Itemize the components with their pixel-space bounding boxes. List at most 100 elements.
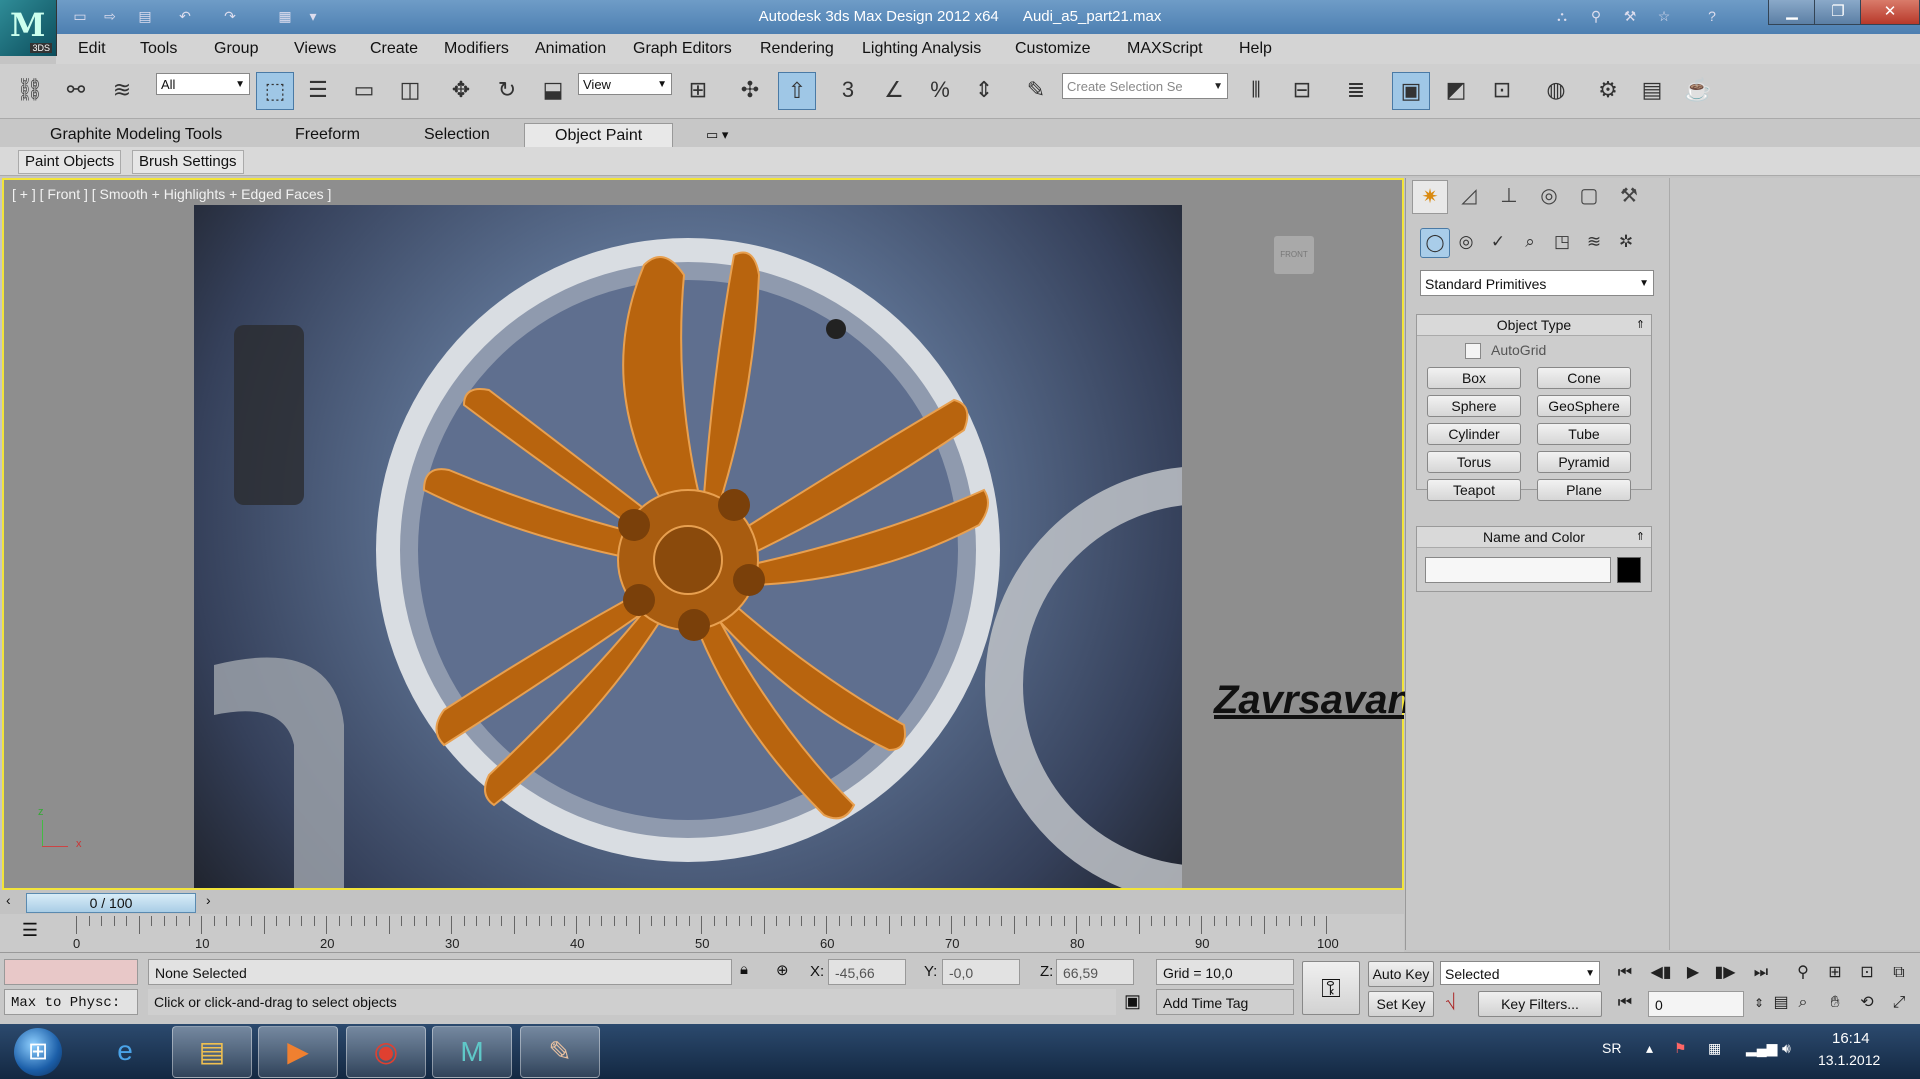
set-key-button[interactable]: Set Key <box>1368 991 1434 1017</box>
minimize-button[interactable]: ▁ <box>1768 0 1816 25</box>
file-explorer-icon[interactable]: ▤ <box>172 1026 252 1078</box>
go-to-start-icon[interactable]: ⏮ <box>1612 961 1638 985</box>
object-color-swatch[interactable] <box>1617 557 1641 583</box>
paint-icon[interactable]: ✎ <box>520 1026 600 1078</box>
utilities-tab-icon[interactable]: ⚒ <box>1612 180 1646 212</box>
key-mode-toggle-icon[interactable]: ⏮ <box>1612 991 1638 1015</box>
time-tag-icon[interactable]: ▣ <box>1124 991 1141 1012</box>
named-selection-set-dropdown[interactable]: Create Selection Se ▼ <box>1062 73 1228 99</box>
object-type-header[interactable]: Object Type ⇑ <box>1417 315 1651 336</box>
box-button[interactable]: Box <box>1427 367 1521 389</box>
close-button[interactable]: ✕ <box>1860 0 1920 25</box>
time-slider[interactable]: ‹ 0 / 100 › <box>0 890 1404 914</box>
help-icon[interactable]: ? <box>1702 8 1722 26</box>
shapes-icon[interactable]: ◎ <box>1452 228 1480 256</box>
panel-brush-settings[interactable]: Brush Settings <box>132 150 244 174</box>
show-hidden-icons-icon[interactable]: ▴ <box>1646 1040 1653 1057</box>
plane-button[interactable]: Plane <box>1537 479 1631 501</box>
motion-tab-icon[interactable]: ◎ <box>1532 180 1566 212</box>
panel-paint-objects[interactable]: Paint Objects <box>18 150 122 174</box>
schematic-view-icon[interactable]: ⊡ <box>1484 72 1520 108</box>
window-crossing-icon[interactable]: ◫ <box>392 72 428 108</box>
object-name-field[interactable] <box>1425 557 1611 583</box>
cone-button[interactable]: Cone <box>1537 367 1631 389</box>
time-slider-prev-icon[interactable]: ‹ <box>6 892 11 908</box>
menu-maxscript[interactable]: MAXScript <box>1127 40 1203 58</box>
curve-editor-icon[interactable]: ◩ <box>1438 72 1474 108</box>
cameras-icon[interactable]: ⌕ <box>1516 228 1544 256</box>
keyboard-shortcut-override-icon[interactable]: ⇧ <box>778 72 816 110</box>
maximize-button[interactable]: ❐ <box>1814 0 1862 25</box>
snaps-toggle-icon[interactable]: 3 <box>830 72 866 108</box>
menu-group[interactable]: Group <box>214 40 258 58</box>
space-warps-icon[interactable]: ≋ <box>1580 228 1608 256</box>
menu-create[interactable]: Create <box>370 40 418 58</box>
helpers-icon[interactable]: ◳ <box>1548 228 1576 256</box>
zoom-extents-icon[interactable]: ⊡ <box>1854 961 1880 985</box>
chrome-icon[interactable]: ◉ <box>346 1026 426 1078</box>
tab-object-paint[interactable]: Object Paint <box>524 123 674 148</box>
select-and-scale-icon[interactable]: ⬓ <box>535 72 571 108</box>
render-production-icon[interactable]: ☕ <box>1680 72 1716 108</box>
modify-tab-icon[interactable]: ◿ <box>1452 180 1486 212</box>
internet-explorer-icon[interactable]: e <box>86 1026 164 1076</box>
create-tab-icon[interactable]: ✷ <box>1412 180 1448 214</box>
select-by-name-icon[interactable]: ☰ <box>300 72 336 108</box>
viewport-label[interactable]: [ + ] [ Front ] [ Smooth + Highlights + … <box>12 186 331 202</box>
object-category-dropdown[interactable]: Standard Primitives ▼ <box>1420 270 1654 296</box>
time-slider-next-icon[interactable]: › <box>206 892 211 908</box>
x-coordinate-field[interactable]: -45,66 <box>828 959 906 985</box>
set-keys-key-icon[interactable]: ⚿ <box>1302 961 1360 1015</box>
search-icon[interactable]: ⚲ <box>1586 8 1606 26</box>
volume-icon[interactable]: 🔊︎ <box>1782 1040 1791 1057</box>
add-time-tag[interactable]: Add Time Tag <box>1156 989 1294 1015</box>
tab-freeform[interactable]: Freeform <box>295 123 360 147</box>
auto-key-button[interactable]: Auto Key <box>1368 961 1434 987</box>
cylinder-button[interactable]: Cylinder <box>1427 423 1521 445</box>
layer-manager-icon[interactable]: ≣ <box>1338 72 1374 108</box>
next-frame-icon[interactable]: ▮▶︎ <box>1712 961 1738 985</box>
lights-icon[interactable]: ✓ <box>1484 228 1512 256</box>
spinner-snap-icon[interactable]: ⇕ <box>966 72 1002 108</box>
percent-snap-icon[interactable]: % <box>922 72 958 108</box>
open-icon[interactable]: ⇨ <box>100 8 120 26</box>
torus-button[interactable]: Torus <box>1427 451 1521 473</box>
lock-selection-icon[interactable]: 🔒︎ <box>740 961 748 978</box>
subscription-icon[interactable]: ⚒ <box>1620 8 1640 26</box>
start-button[interactable]: ⊞ <box>14 1028 62 1076</box>
media-player-icon[interactable]: ▶︎ <box>258 1026 338 1078</box>
clock-time[interactable]: 16:14 <box>1832 1030 1870 1047</box>
menu-edit[interactable]: Edit <box>78 40 106 58</box>
maximize-viewport-icon[interactable]: ⤢ <box>1886 991 1912 1015</box>
absolute-mode-icon[interactable]: ⊕ <box>776 961 789 979</box>
track-bar[interactable]: ☰ 0 10 20 30 40 50 60 70 80 90 100 <box>0 914 1404 952</box>
menu-lighting-analysis[interactable]: Lighting Analysis <box>862 40 981 58</box>
language-indicator[interactable]: SR <box>1602 1040 1621 1056</box>
select-object-icon[interactable]: ⬚ <box>256 72 294 110</box>
network-icon[interactable]: ▂▄▆ <box>1746 1040 1777 1057</box>
time-slider-thumb[interactable]: 0 / 100 <box>26 893 196 913</box>
action-center-icon[interactable]: ⚑ <box>1674 1040 1687 1057</box>
reference-coordinate-dropdown[interactable]: View ▼ <box>578 73 672 95</box>
redo-icon[interactable]: ↷ <box>220 8 240 26</box>
rectangular-selection-icon[interactable]: ▭ <box>346 72 382 108</box>
play-icon[interactable]: ▶︎ <box>1680 961 1706 985</box>
zoom-extents-all-icon[interactable]: ⧉ <box>1886 961 1912 985</box>
render-setup-icon[interactable]: ⚙ <box>1590 72 1626 108</box>
quick-access-dropdown-icon[interactable]: ▾ <box>303 8 323 26</box>
align-icon[interactable]: ⊟ <box>1284 72 1320 108</box>
systems-icon[interactable]: ✲ <box>1612 228 1640 256</box>
viewcube[interactable]: FRONT <box>1274 236 1314 274</box>
previous-frame-icon[interactable]: ◀︎▮ <box>1648 961 1674 985</box>
geosphere-button[interactable]: GeoSphere <box>1537 395 1631 417</box>
zoom-all-icon[interactable]: ⊞ <box>1822 961 1848 985</box>
unlink-icon[interactable]: ⚯ <box>58 72 94 108</box>
undo-icon[interactable]: ↶ <box>175 8 195 26</box>
display-tab-icon[interactable]: ▢ <box>1572 180 1606 212</box>
default-in-out-tangents-icon[interactable]: ⎷ <box>1446 993 1456 1010</box>
menu-rendering[interactable]: Rendering <box>760 40 834 58</box>
menu-help[interactable]: Help <box>1239 40 1272 58</box>
selection-filter-dropdown[interactable]: All ▼ <box>156 73 250 95</box>
manipulate-icon[interactable]: ✣ <box>732 72 768 108</box>
name-and-color-header[interactable]: Name and Color ⇑ <box>1417 527 1651 548</box>
